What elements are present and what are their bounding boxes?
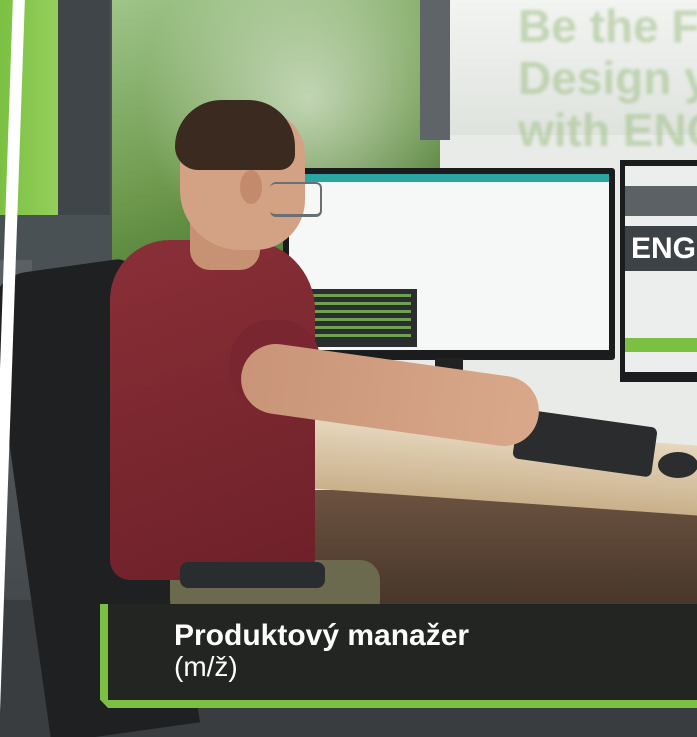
screen-header <box>625 186 697 216</box>
screen-logo-banner: ENG <box>625 226 697 271</box>
dark-shelf <box>58 0 110 215</box>
wall-line-2: Design y <box>518 52 697 104</box>
code-terminal <box>297 289 417 347</box>
right-monitor: ENG <box>620 160 697 382</box>
person-glasses <box>270 182 322 217</box>
right-monitor-screen: ENG <box>625 166 697 372</box>
job-title: Produktový manažer <box>174 619 470 652</box>
wall-lettering: Be the F Design y with ENG <box>518 0 697 156</box>
main-monitor <box>283 168 615 360</box>
person-ear <box>240 170 262 204</box>
screen-topbar <box>289 174 609 182</box>
main-monitor-screen <box>289 174 609 350</box>
screen-green-bar <box>625 338 697 352</box>
wall-line-1: Be the F <box>518 0 697 52</box>
chair-armrest <box>180 562 325 588</box>
window-frame <box>420 0 450 140</box>
office-photo: Be the F Design y with ENG ENG <box>0 0 697 737</box>
person-hair <box>175 100 295 170</box>
mouse <box>658 452 697 478</box>
job-subtitle: (m/ž) <box>174 651 238 682</box>
wall-line-3: with ENG <box>518 104 697 156</box>
